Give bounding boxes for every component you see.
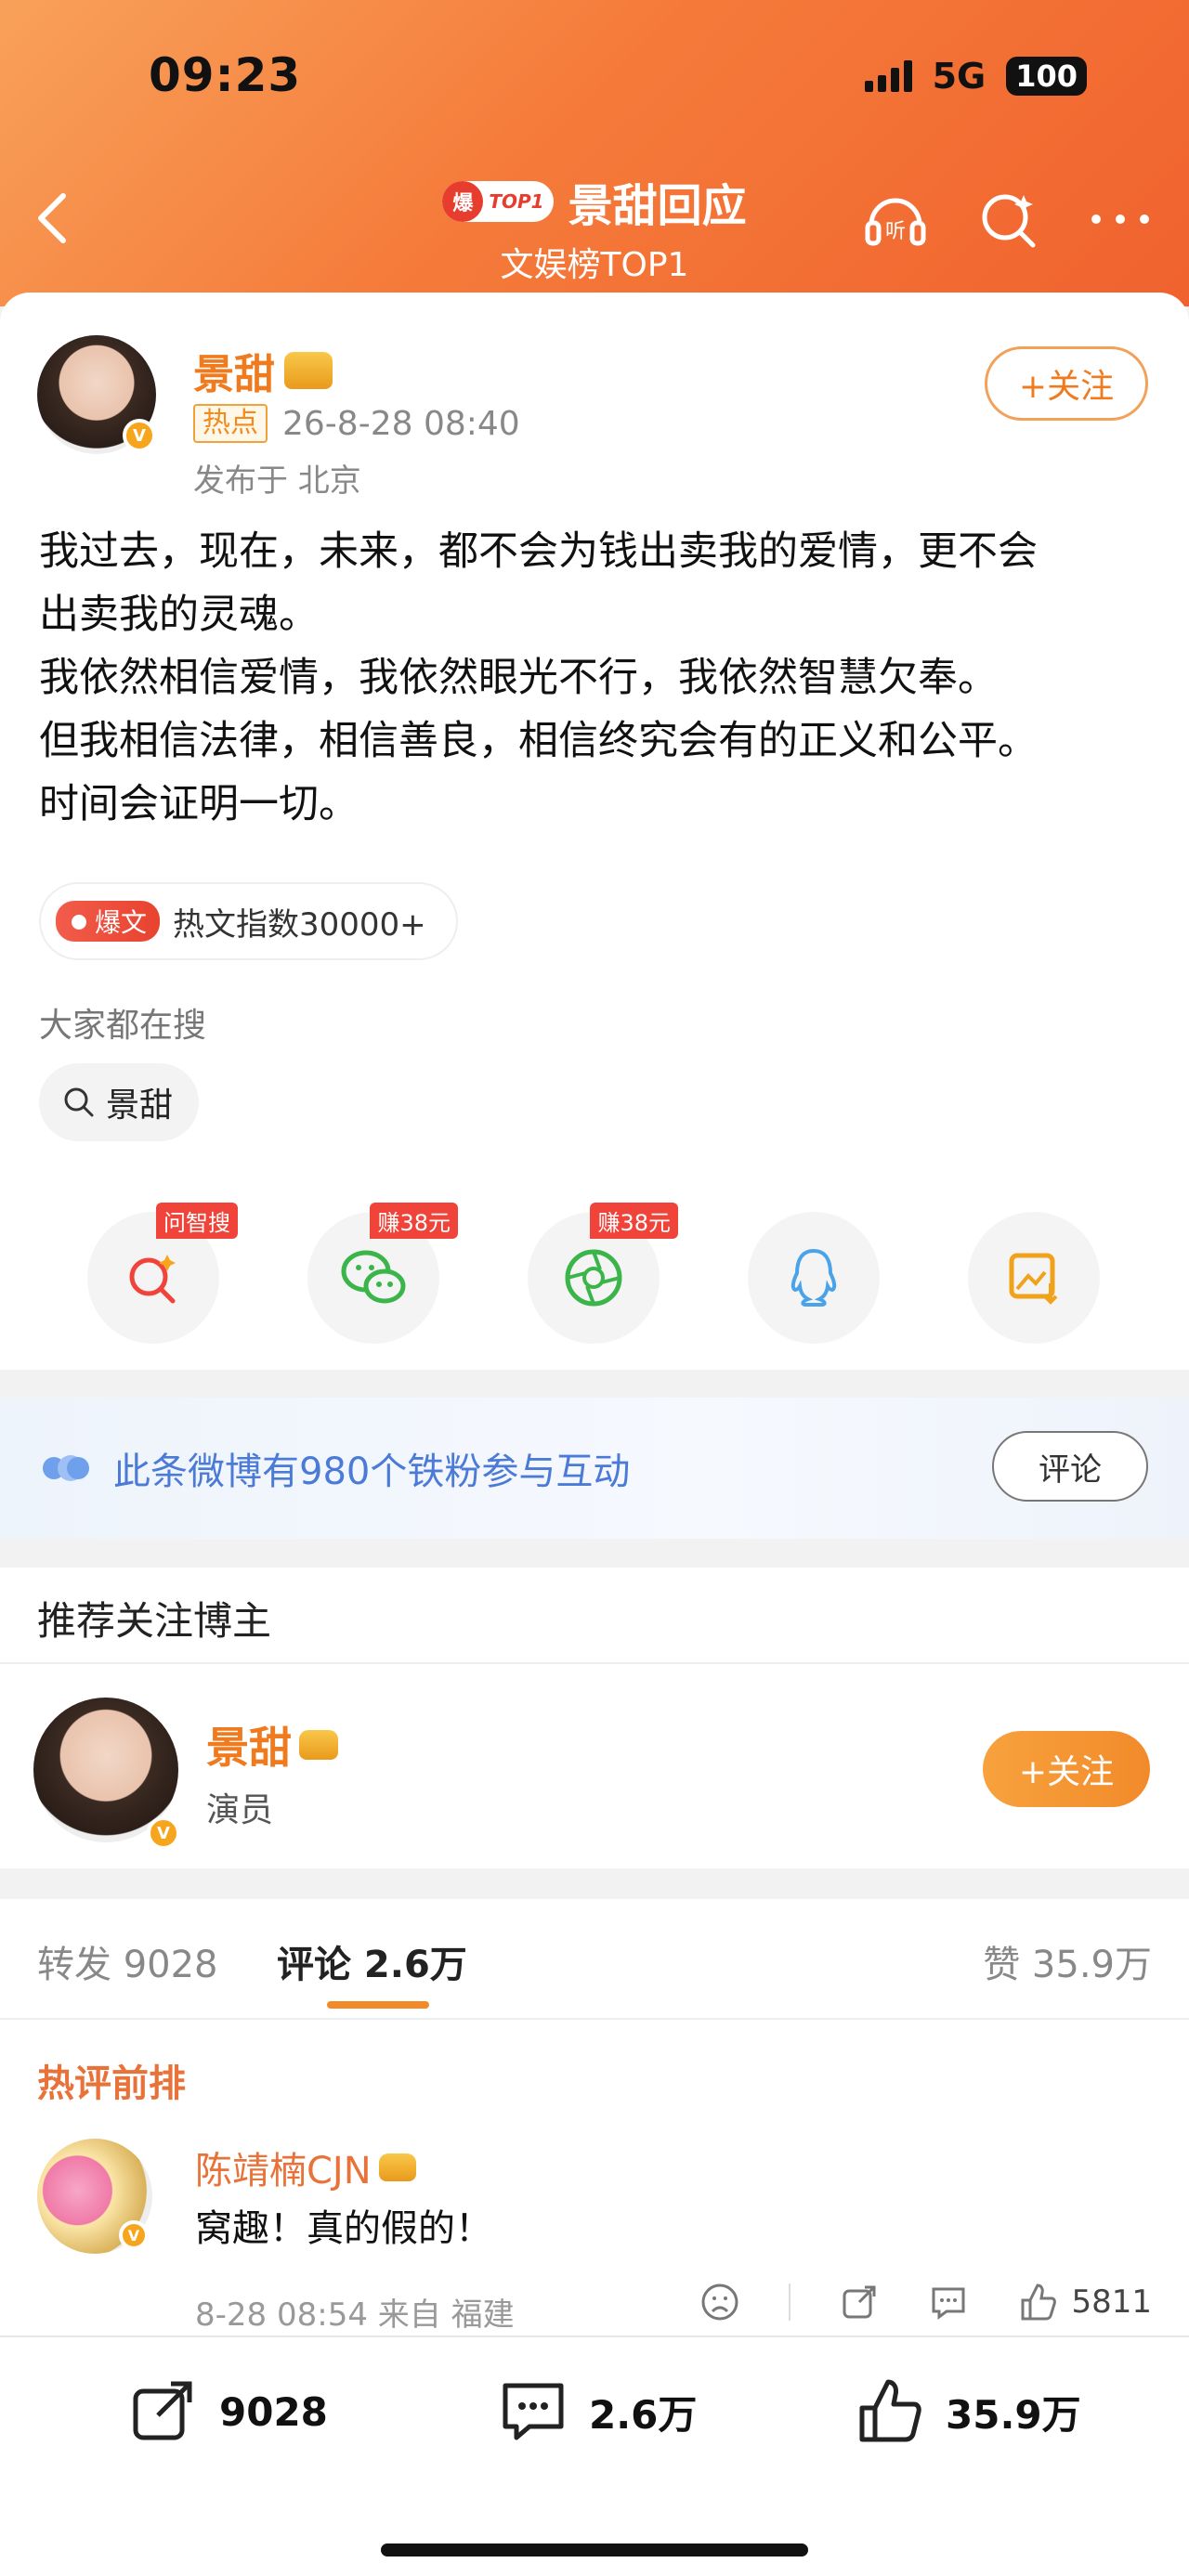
post-time: 26-8-28 08:40 — [282, 404, 520, 443]
title-text: 景甜回应 — [568, 180, 747, 232]
share-row: 问智搜 赚38元 赚38元 — [0, 1203, 1189, 1344]
ai-search-icon — [129, 1255, 176, 1304]
comment-icon — [503, 2383, 564, 2440]
comment-button[interactable]: 2.6万 — [498, 2376, 697, 2447]
header: 09:23 5G 100 爆 TOP1 景甜回应 文娱榜TOP1 听 — [0, 0, 1189, 306]
more-icon[interactable] — [1087, 186, 1154, 253]
qq-icon — [790, 1248, 837, 1307]
verified-icon: V — [147, 1816, 180, 1850]
hot-article-badge: 爆文 — [56, 901, 161, 942]
repost-count: 9028 — [219, 2388, 328, 2435]
recommend-role: 演员 — [206, 1791, 274, 1829]
moments-icon — [565, 1249, 622, 1307]
signal-icon — [864, 60, 912, 92]
comment-user-name: 陈靖楠CJN — [195, 2150, 372, 2192]
network-label: 5G — [932, 56, 986, 97]
crown-icon — [378, 2153, 416, 2181]
post-line: 时间会证明一切。 — [39, 781, 359, 827]
post-card: V 景甜 热点 26-8-28 08:40 发布于 北京 +关注 我过去，现在，… — [0, 293, 1189, 1370]
active-tab-indicator — [327, 2001, 429, 2009]
comment-like-count: 5811 — [1071, 2283, 1152, 2321]
search-chip-label: 景甜 — [106, 1086, 174, 1125]
home-indicator[interactable] — [381, 2543, 808, 2556]
interaction-tabs: 转发 9028 评论 2.6万 赞 35.9万 — [0, 1899, 1189, 2020]
listen-icon[interactable]: 听 — [862, 186, 929, 253]
fans-icon — [43, 1455, 89, 1481]
divider — [789, 2283, 791, 2321]
recommend-card[interactable]: V 景甜 演员 +关注 — [0, 1664, 1189, 1868]
fire-icon: 爆 — [442, 181, 484, 222]
hot-index-chip[interactable]: 爆文 热文指数30000+ — [39, 882, 458, 960]
share-moments-button[interactable]: 赚38元 — [528, 1203, 678, 1344]
comment-meta: 8-28 08:54 来自 福建 — [195, 2296, 515, 2334]
post-line: 我依然相信爱情，我依然眼光不行，我依然智慧欠奉。 — [39, 655, 998, 701]
post-location: 发布于 北京 — [193, 462, 361, 500]
search-icon[interactable] — [975, 186, 1042, 253]
post-author[interactable]: 景甜 — [193, 341, 333, 400]
comment-user[interactable]: 陈靖楠CJN — [195, 2140, 416, 2194]
hot-badge-label: 爆文 — [95, 907, 148, 938]
post-body: 我过去，现在，未来，都不会为钱出卖我的爱情，更不会 出卖我的灵魂。 我依然相信爱… — [39, 520, 1154, 836]
comment-count: 2.6万 — [589, 2391, 698, 2438]
hot-index-label: 热文指数30000+ — [173, 905, 426, 943]
iron-fans-text: 此条微博有980个铁粉参与互动 — [113, 1451, 631, 1493]
trending-search-label: 大家都在搜 — [39, 1007, 207, 1045]
flame-icon — [72, 915, 86, 930]
share-ai-search-button[interactable]: 问智搜 — [87, 1203, 238, 1344]
like-button[interactable]: 35.9万 — [855, 2376, 1081, 2447]
repost-icon[interactable] — [839, 2282, 880, 2322]
dislike-face-icon[interactable] — [699, 2282, 740, 2322]
verified-icon: V — [119, 2220, 149, 2250]
share-qq-button[interactable] — [748, 1212, 880, 1344]
save-image-icon — [1009, 1253, 1058, 1305]
follow-button[interactable]: +关注 — [985, 346, 1148, 421]
verified-icon: V — [123, 419, 156, 452]
recommend-heading: 推荐关注博主 — [0, 1568, 1189, 1664]
thumbs-up-icon — [859, 2379, 921, 2442]
repost-button[interactable]: 9028 — [128, 2376, 328, 2447]
recommend-heading-text: 推荐关注博主 — [37, 1598, 272, 1644]
post-line: 但我相信法律，相信善良，相信终究会有的正义和公平。 — [39, 718, 1038, 764]
share-wechat-button[interactable]: 赚38元 — [307, 1203, 458, 1344]
wechat-icon — [341, 1250, 406, 1304]
thumbs-up-icon — [1021, 2283, 1057, 2321]
tab-repost[interactable]: 转发 9028 — [37, 1934, 218, 1988]
comment-text: 窝趣！真的假的！ — [195, 2207, 492, 2250]
comments-section: 热评前排 V 陈靖楠CJN 窝趣！真的假的！ 8-28 08:54 来自 福建 … — [0, 2020, 1189, 2335]
bottom-action-bar: 9028 2.6万 35.9万 — [0, 2335, 1189, 2576]
repost-icon — [133, 2381, 192, 2440]
top-label: TOP1 — [489, 190, 544, 213]
status-icons: 5G 100 — [864, 56, 1087, 97]
iron-fans-banner: 此条微博有980个铁粉参与互动 评论 — [0, 1398, 1189, 1539]
comment-actions: 5811 — [699, 2282, 1152, 2322]
reply-icon[interactable] — [928, 2282, 969, 2322]
trending-search-chip[interactable]: 景甜 — [39, 1063, 200, 1141]
post-line: 我过去，现在，未来，都不会为钱出卖我的爱情，更不会 — [39, 528, 1038, 575]
battery-icon: 100 — [1006, 57, 1087, 96]
hot-top-badge: 爆 TOP1 — [442, 181, 554, 222]
recommend-name[interactable]: 景甜 — [206, 1714, 338, 1776]
crown-icon — [284, 352, 333, 389]
search-icon — [64, 1087, 94, 1117]
share-tag: 赚38元 — [370, 1203, 458, 1239]
hot-comments-heading: 热评前排 — [37, 2062, 186, 2105]
tab-like[interactable]: 赞 35.9万 — [983, 1934, 1152, 1988]
share-tag: 赚38元 — [590, 1203, 678, 1239]
crown-icon — [299, 1730, 338, 1760]
share-tag: 问智搜 — [156, 1203, 238, 1239]
comment-like[interactable]: 5811 — [1017, 2282, 1152, 2322]
save-image-button[interactable] — [968, 1212, 1100, 1344]
banner-comment-button[interactable]: 评论 — [992, 1431, 1148, 1502]
status-time: 09:23 — [149, 48, 302, 102]
svg-text:听: 听 — [885, 220, 906, 243]
recommend-name-text: 景甜 — [206, 1723, 292, 1773]
recommend-follow-button[interactable]: +关注 — [983, 1731, 1150, 1807]
post-line: 出卖我的灵魂。 — [39, 592, 319, 638]
tab-comment[interactable]: 评论 2.6万 — [277, 1934, 467, 1988]
post-meta: 热点 26-8-28 08:40 — [193, 404, 520, 443]
author-name: 景甜 — [193, 351, 275, 398]
hot-tag: 热点 — [193, 404, 268, 443]
like-count: 35.9万 — [946, 2391, 1081, 2438]
